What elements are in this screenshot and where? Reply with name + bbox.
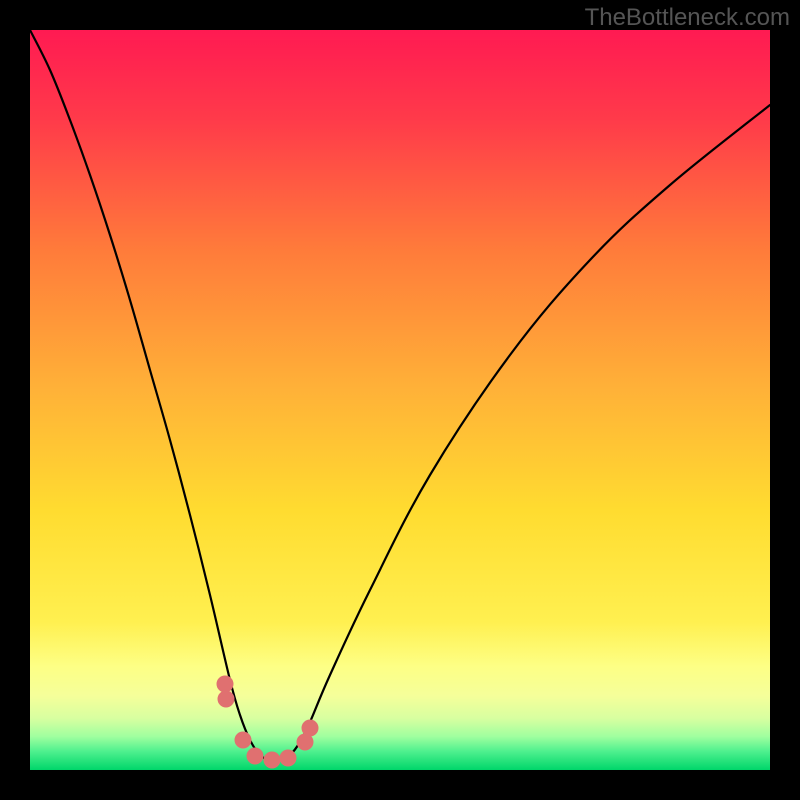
highlight-marker xyxy=(217,676,234,693)
highlight-marker xyxy=(302,720,319,737)
chart-svg xyxy=(30,30,770,770)
watermark-text: TheBottleneck.com xyxy=(585,4,790,32)
plot-area xyxy=(30,30,770,770)
highlight-marker xyxy=(264,752,281,769)
highlight-marker xyxy=(235,732,252,749)
highlight-marker xyxy=(247,748,264,765)
gradient-background xyxy=(30,30,770,770)
chart-frame: TheBottleneck.com xyxy=(0,0,800,800)
highlight-marker xyxy=(280,750,297,767)
highlight-marker xyxy=(218,691,235,708)
